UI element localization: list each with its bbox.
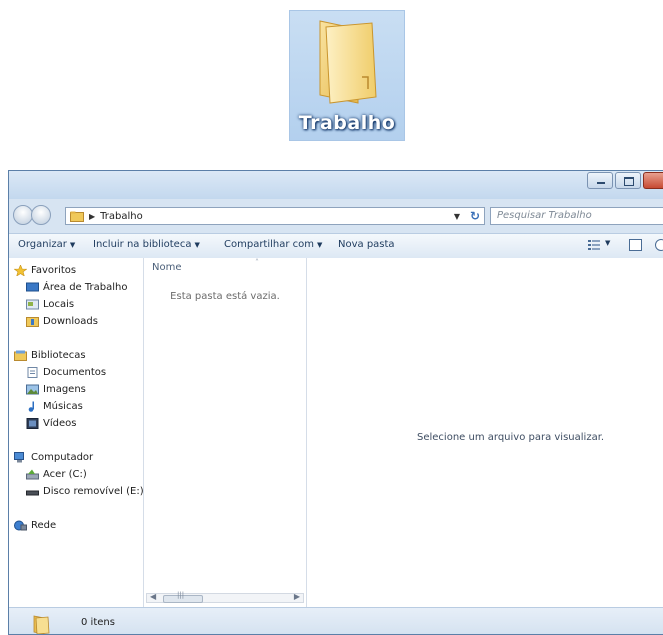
nav-downloads-label: Downloads [43,316,98,327]
close-button[interactable] [643,172,663,189]
videos-icon [26,418,39,429]
folder-icon [70,211,84,222]
documents-icon [27,367,38,378]
view-dropdown-icon[interactable]: ▼ [605,239,610,247]
new-folder-button[interactable]: Nova pasta [338,239,395,250]
organize-label: Organizar [18,239,67,250]
help-icon[interactable] [655,239,663,251]
nav-places-label: Locais [43,299,75,310]
nav-documents-label: Documentos [43,367,107,378]
minimize-icon [597,182,605,184]
desktop-folder-icon[interactable]: Trabalho [289,10,405,141]
maximize-icon [624,177,634,186]
title-bar[interactable] [9,171,663,199]
item-count: 0 itens [81,617,115,628]
maximize-button[interactable] [615,172,641,189]
content-area: Favoritos Área de Trabalho Locais Downlo… [9,258,663,607]
horizontal-scrollbar[interactable]: ◀ ||| ▶ [146,591,304,603]
nav-computer[interactable]: Computador [14,452,93,463]
forward-button[interactable] [31,205,51,225]
folder-icon [319,20,377,104]
nav-images[interactable]: Imagens [26,384,86,395]
removable-drive-icon [26,490,39,496]
column-header-name[interactable]: Nome [152,262,182,273]
desktop-folder-label: Trabalho [298,112,396,134]
breadcrumb-separator-icon: ▶ [89,211,96,221]
nav-documents[interactable]: Documentos [26,367,106,378]
empty-folder-message: Esta pasta está vazia. [170,291,280,302]
nav-videos[interactable]: Vídeos [26,418,76,429]
file-list-pane[interactable]: Nome ˄ Esta pasta está vazia. ◀ ||| ▶ [144,258,307,607]
preview-message: Selecione um arquivo para visualizar. [417,432,605,443]
star-icon [14,265,27,276]
hard-drive-icon [26,469,39,480]
nav-downloads[interactable]: Downloads [26,316,98,327]
nav-videos-label: Vídeos [43,418,77,429]
nav-desktop[interactable]: Área de Trabalho [26,282,127,293]
nav-libraries-label: Bibliotecas [31,350,86,361]
nav-network[interactable]: Rede [14,520,56,531]
new-folder-label: Nova pasta [338,239,395,250]
share-with-label: Compartilhar com [224,239,315,250]
organize-button[interactable]: Organizar ▼ [18,239,75,250]
nav-music-label: Músicas [43,401,83,412]
nav-network-label: Rede [31,520,57,531]
include-library-label: Incluir na biblioteca [93,239,192,250]
libraries-icon [14,350,27,361]
preview-pane: Selecione um arquivo para visualizar. [307,258,663,607]
nav-favorites-label: Favoritos [31,265,77,276]
folder-icon [33,615,50,634]
sort-up-icon: ˄ [255,258,259,267]
preview-pane-icon[interactable] [629,239,642,251]
desktop-icon [26,282,39,292]
scroll-left-icon[interactable]: ◀ [150,592,156,601]
nav-drive-e[interactable]: Disco removível (E:) [26,486,144,497]
window-controls [585,172,663,190]
nav-computer-label: Computador [31,452,94,463]
back-button[interactable] [13,205,33,225]
nav-drive-c-label: Acer (C:) [43,469,87,480]
chevron-down-icon: ▼ [317,241,323,249]
nav-images-label: Imagens [43,384,86,395]
images-icon [26,384,39,395]
nav-music[interactable]: Músicas [26,401,83,412]
address-dropdown-icon[interactable]: ▼ [454,212,460,221]
explorer-window: ▶ Trabalho ▼ ↻ Pesquisar Trabalho Organi… [8,170,663,635]
navigation-pane: Favoritos Área de Trabalho Locais Downlo… [9,258,144,607]
nav-drive-c[interactable]: Acer (C:) [26,469,87,480]
navigation-bar: ▶ Trabalho ▼ ↻ Pesquisar Trabalho [9,199,663,229]
nav-libraries[interactable]: Bibliotecas [14,350,86,361]
breadcrumb-current[interactable]: Trabalho [100,211,143,222]
share-with-button[interactable]: Compartilhar com ▼ [224,239,322,250]
view-options-icon[interactable] [587,239,601,251]
nav-places[interactable]: Locais [26,299,74,310]
command-bar: Organizar ▼ Incluir na biblioteca ▼ Compar… [9,233,663,259]
include-library-button[interactable]: Incluir na biblioteca ▼ [93,239,200,250]
scrollbar-grip-icon: ||| [177,591,185,599]
downloads-folder-icon [26,317,39,327]
refresh-icon[interactable]: ↻ [470,209,480,223]
nav-favorites[interactable]: Favoritos [14,265,76,276]
search-input[interactable]: Pesquisar Trabalho [490,207,663,225]
recent-places-icon [26,299,39,310]
chevron-down-icon: ▼ [194,241,200,249]
nav-drive-e-label: Disco removível (E:) [43,486,144,497]
address-bar[interactable]: ▶ Trabalho ▼ ↻ [65,207,485,225]
music-icon [28,401,34,412]
details-pane: 0 itens [9,607,663,634]
network-icon [14,520,27,531]
chevron-down-icon: ▼ [69,241,76,249]
computer-icon [14,452,24,463]
minimize-button[interactable] [587,172,613,189]
scroll-right-icon[interactable]: ▶ [294,592,300,601]
nav-desktop-label: Área de Trabalho [43,282,128,293]
